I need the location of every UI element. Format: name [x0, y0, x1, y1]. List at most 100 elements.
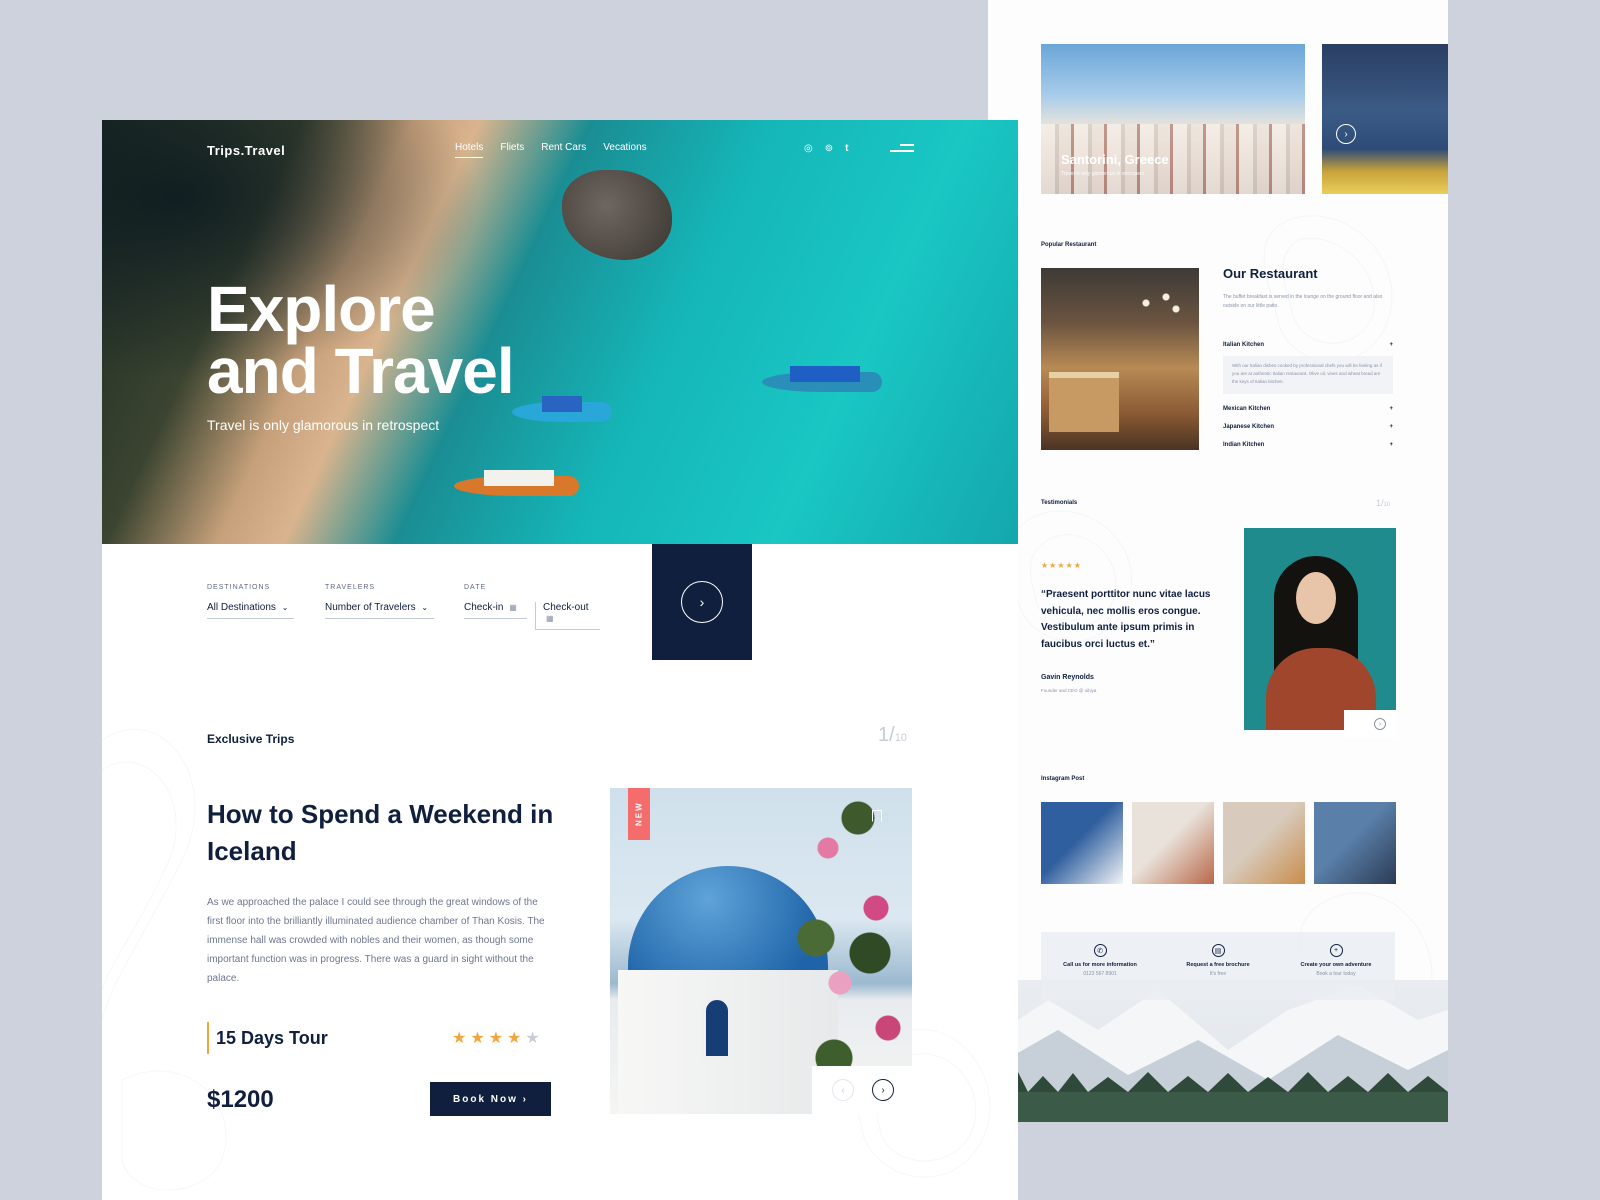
nav-item-rent-cars[interactable]: Rent Cars — [541, 142, 586, 158]
mountain-landscape-photo — [988, 980, 1448, 1122]
nav-item-vacations[interactable]: Vecations — [603, 142, 646, 158]
chevron-right-icon[interactable]: › — [872, 1079, 894, 1101]
testimonial-controls: › — [1344, 710, 1396, 738]
testimonial-quote: “Praesent porttitor nunc vitae lacus veh… — [1041, 589, 1211, 650]
chevron-left-icon[interactable]: ‹ — [832, 1079, 854, 1101]
accordion-label: Italian Kitchen — [1223, 342, 1265, 348]
plus-icon[interactable]: + — [1389, 424, 1393, 430]
tumblr-icon[interactable]: t — [845, 143, 848, 154]
contact-brochure[interactable]: ▤ Request a free brochure It's free — [1159, 932, 1277, 1000]
accordion-item-indian-kitchen[interactable]: Indian Kitchen + — [1223, 442, 1393, 448]
contact-subtitle: Book a tour today — [1316, 971, 1356, 977]
restaurant-photo — [1041, 268, 1199, 450]
instagram-post-4[interactable] — [1314, 802, 1396, 884]
instagram-post-3[interactable] — [1223, 802, 1305, 884]
instagram-post-2[interactable] — [1132, 802, 1214, 884]
contact-call[interactable]: ✆ Call us for more information 0123 567 … — [1041, 932, 1159, 1000]
tour-duration: 15 Days Tour — [207, 1022, 328, 1054]
brochure-icon: ▤ — [1211, 944, 1225, 957]
chevron-down-icon: ⌄ — [281, 603, 289, 612]
checkout-value: Check-out — [543, 602, 589, 613]
destinations-select[interactable]: All Destinations ⌄ — [207, 602, 294, 619]
contact-subtitle: 0123 567 8901 — [1083, 971, 1117, 977]
new-badge: NEW — [628, 788, 650, 840]
contact-title: Create your own adventure — [1300, 962, 1372, 968]
trip-description: As we approached the palace I could see … — [207, 897, 545, 984]
checkin-value: Check-in — [464, 602, 504, 613]
social-links: ◎ ⊚ t — [804, 143, 848, 154]
testimonial-rating: ★★★★★ — [1041, 561, 1082, 570]
plus-icon[interactable]: + — [1389, 406, 1393, 412]
accordion-label: Mexican Kitchen — [1223, 406, 1271, 412]
contact-title: Request a free brochure — [1186, 962, 1250, 968]
star-icon: ★ — [507, 1030, 526, 1047]
accordion-item-japanese-kitchen[interactable]: Japanese Kitchen + — [1223, 424, 1393, 430]
plus-icon[interactable]: + — [1389, 442, 1393, 448]
restaurant-description: The buffet breakfast is served in the lo… — [1223, 294, 1383, 309]
search-submit-button[interactable]: › — [652, 544, 752, 660]
hero-subtitle: Travel is only glamorous in retrospect — [207, 417, 440, 433]
boat-image — [762, 366, 882, 392]
boat-image — [454, 470, 579, 496]
counter-current: 1/ — [878, 724, 895, 746]
bookmark-icon[interactable] — [872, 810, 882, 822]
plus-icon[interactable]: + — [1389, 342, 1393, 348]
travelers-label: TRAVELERS — [325, 584, 376, 591]
instagram-post-label: Instagram Post — [1041, 776, 1085, 782]
bougainvillea-image — [792, 788, 912, 1088]
destinations-value: All Destinations — [207, 602, 276, 613]
calendar-icon: ▦ — [509, 603, 517, 612]
trip-slider-controls: ‹ › — [812, 1066, 912, 1114]
accordion-label: Indian Kitchen — [1223, 442, 1265, 448]
search-panel: DESTINATIONS All Destinations ⌄ TRAVELER… — [102, 544, 652, 660]
accordion-item-mexican-kitchen[interactable]: Mexican Kitchen + — [1223, 406, 1393, 412]
star-icon: ★ — [488, 1030, 508, 1047]
contact-options-bar: ✆ Call us for more information 0123 567 … — [1041, 932, 1395, 1000]
accordion-label: Japanese Kitchen — [1223, 424, 1275, 430]
hero-title: Explore and Travel — [207, 277, 515, 403]
main-nav: Hotels Fliets Rent Cars Vecations — [455, 142, 647, 158]
checkout-field[interactable]: Check-out ▦ — [535, 602, 600, 630]
destinations-label: DESTINATIONS — [207, 584, 271, 591]
main-page: Trips.Travel Hotels Fliets Rent Cars Vec… — [102, 120, 1018, 1200]
secondary-page-preview: Santorini, Greece Travel is only glamoro… — [988, 0, 1448, 1122]
star-icon: ★ — [525, 1030, 544, 1047]
featured-destination-title: Santorini, Greece — [1061, 152, 1169, 167]
plus-circle-icon: + — [1329, 944, 1343, 957]
chevron-right-icon[interactable]: › — [1374, 718, 1386, 730]
next-destination-card[interactable]: › — [1322, 44, 1448, 194]
featured-destination-card[interactable]: Santorini, Greece Travel is only glamoro… — [1041, 44, 1305, 194]
star-icon: ★ — [452, 1030, 471, 1047]
trip-heading: How to Spend a Weekend in Iceland — [207, 799, 554, 866]
date-label: DATE — [464, 584, 487, 591]
accordion-item-italian-kitchen[interactable]: Italian Kitchen + — [1223, 342, 1393, 348]
chevron-down-icon: ⌄ — [421, 603, 429, 612]
rock-image — [562, 170, 672, 260]
testimonial-author-role: Founder and CEO @ uihiya — [1041, 688, 1097, 693]
contact-title: Call us for more information — [1063, 962, 1137, 968]
checkin-field[interactable]: Check-in ▦ — [464, 602, 527, 619]
restaurant-title: Our Restaurant — [1223, 266, 1318, 281]
contact-adventure[interactable]: + Create your own adventure Book a tour … — [1277, 932, 1395, 1000]
instagram-post-1[interactable] — [1041, 802, 1123, 884]
book-now-button[interactable]: Book Now › — [430, 1082, 551, 1116]
testimonial-author-photo — [1244, 528, 1396, 730]
phone-icon: ✆ — [1093, 944, 1107, 957]
exclusive-trips-title: Exclusive Trips — [207, 732, 295, 746]
testimonials-label: Testimonials — [1041, 500, 1078, 506]
featured-destination-subtitle: Travel is only glamorous in retrospect — [1061, 171, 1144, 177]
hamburger-menu-icon[interactable] — [890, 144, 914, 156]
hero-title-line-2: and Travel — [207, 335, 515, 407]
nav-item-flights[interactable]: Fliets — [500, 142, 524, 158]
tripadvisor-icon[interactable]: ⊚ — [825, 143, 833, 154]
testimonial-author-name: Gavin Reynolds — [1041, 674, 1094, 681]
chevron-right-icon[interactable]: › — [1336, 124, 1356, 144]
counter-total: 10 — [894, 732, 907, 744]
travelers-value: Number of Travelers — [325, 602, 416, 613]
nav-item-hotels[interactable]: Hotels — [455, 142, 484, 158]
instagram-icon[interactable]: ◎ — [804, 143, 813, 154]
star-icon: ★ — [470, 1030, 489, 1047]
brand-logo[interactable]: Trips.Travel — [207, 143, 285, 158]
travelers-select[interactable]: Number of Travelers ⌄ — [325, 602, 434, 619]
hero-section: Trips.Travel Hotels Fliets Rent Cars Vec… — [102, 120, 1018, 544]
